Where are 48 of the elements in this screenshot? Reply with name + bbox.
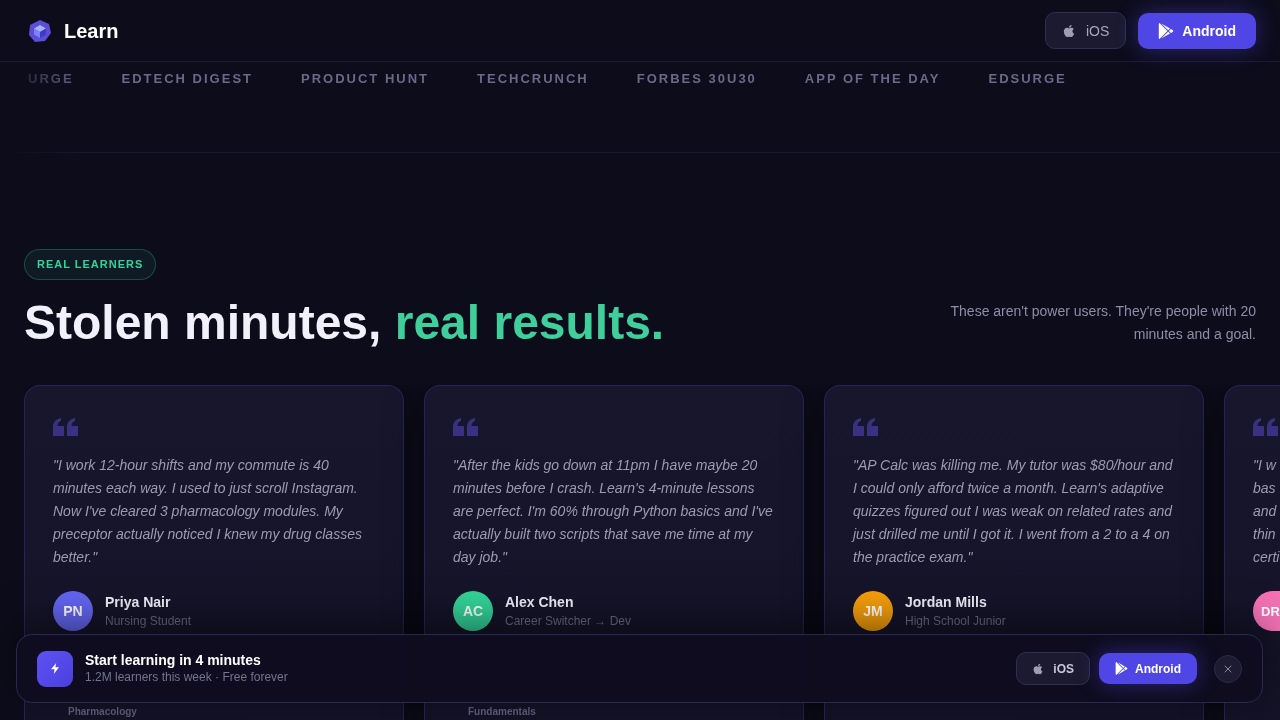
section-badge: REAL LEARNERS: [24, 249, 157, 280]
author-role: Nursing Student: [105, 613, 192, 629]
banner-subtitle: 1.2M learners this week · Free forever: [85, 670, 288, 685]
section-heading: Stolen minutes, real results.: [24, 296, 665, 349]
lightning-icon: [37, 650, 73, 687]
course-label: Pharmacology: [67, 706, 138, 718]
testimonial-quote: "After the kids go down at 11pm I have maybe 20 minutes before I crash. Learn's 4-minute lessons are perfect. I'm 60% through Python basics and I've actually built two scripts that save me time at my day job.": [453, 456, 774, 567]
quote-mark-icon: [1253, 418, 1278, 436]
play-icon: [1158, 22, 1175, 39]
play-icon: [1115, 662, 1128, 675]
testimonial-quote: "AP Calc was killing me. My tutor was $80/hour and I could only afford twice a month. Learn's adaptive quizzes figured out I was weak on related rates and just drilled me until I got it. I went from a 2 to a 4 on the practice exam.": [853, 456, 1174, 567]
testimonial-quote-line: thin: [1253, 525, 1276, 544]
apple-icon: [1062, 23, 1076, 38]
press-logo-text: EDTECH DIGEST: [121, 71, 254, 87]
press-logo-text: EDSURGE: [988, 71, 1067, 87]
press-logo-text: FORBES 30U30: [636, 71, 757, 87]
ios-download-button[interactable]: iOS: [1016, 652, 1090, 685]
testimonial-quote-line: and: [1253, 502, 1277, 521]
author-role: Career Switcher → Dev: [505, 613, 632, 629]
testimonial-quote-line: "I w: [1253, 456, 1276, 475]
author-role: High School Junior: [905, 613, 1006, 629]
author-name: Alex Chen: [505, 593, 575, 611]
android-download-button[interactable]: Android: [1138, 12, 1256, 49]
logo-icon: [28, 18, 52, 43]
avatar-initials: AC: [453, 591, 493, 631]
author-name: Priya Nair: [105, 593, 172, 611]
press-logo-text: PRODUCT HUNT: [301, 71, 430, 87]
section-description: These aren't power users. They're people with 20 minutes and a goal.: [949, 301, 1256, 344]
testimonial-quote-line: certi: [1253, 548, 1280, 567]
press-logo-text: TECHCRUNCH: [477, 71, 589, 87]
course-label: Fundamentals: [467, 706, 537, 718]
press-logo-text: URGE: [28, 71, 74, 87]
avatar-initials: JM: [853, 591, 893, 631]
ios-download-button[interactable]: iOS: [1045, 12, 1127, 49]
testimonial-quote: "I work 12-hour shifts and my commute is 40 minutes each way. I used to just scroll Instagram. Now I've cleared 3 pharmacology modules. My preceptor actually noticed I knew my drug classes better.": [53, 456, 363, 567]
quote-mark-icon: [453, 418, 478, 436]
brand-name: Learn: [64, 18, 119, 43]
avatar-initials: PN: [53, 591, 93, 631]
quote-mark-icon: [53, 418, 78, 436]
banner-title: Start learning in 4 minutes: [85, 652, 262, 669]
avatar-initials: DR: [1253, 591, 1280, 631]
press-logo-text: APP OF THE DAY: [804, 71, 941, 87]
author-name: Jordan Mills: [905, 593, 988, 611]
android-download-button[interactable]: Android: [1099, 653, 1197, 684]
testimonial-quote-line: bas: [1253, 479, 1276, 498]
close-button[interactable]: [1214, 654, 1242, 683]
quote-mark-icon: [853, 418, 878, 436]
apple-icon: [1032, 662, 1045, 675]
